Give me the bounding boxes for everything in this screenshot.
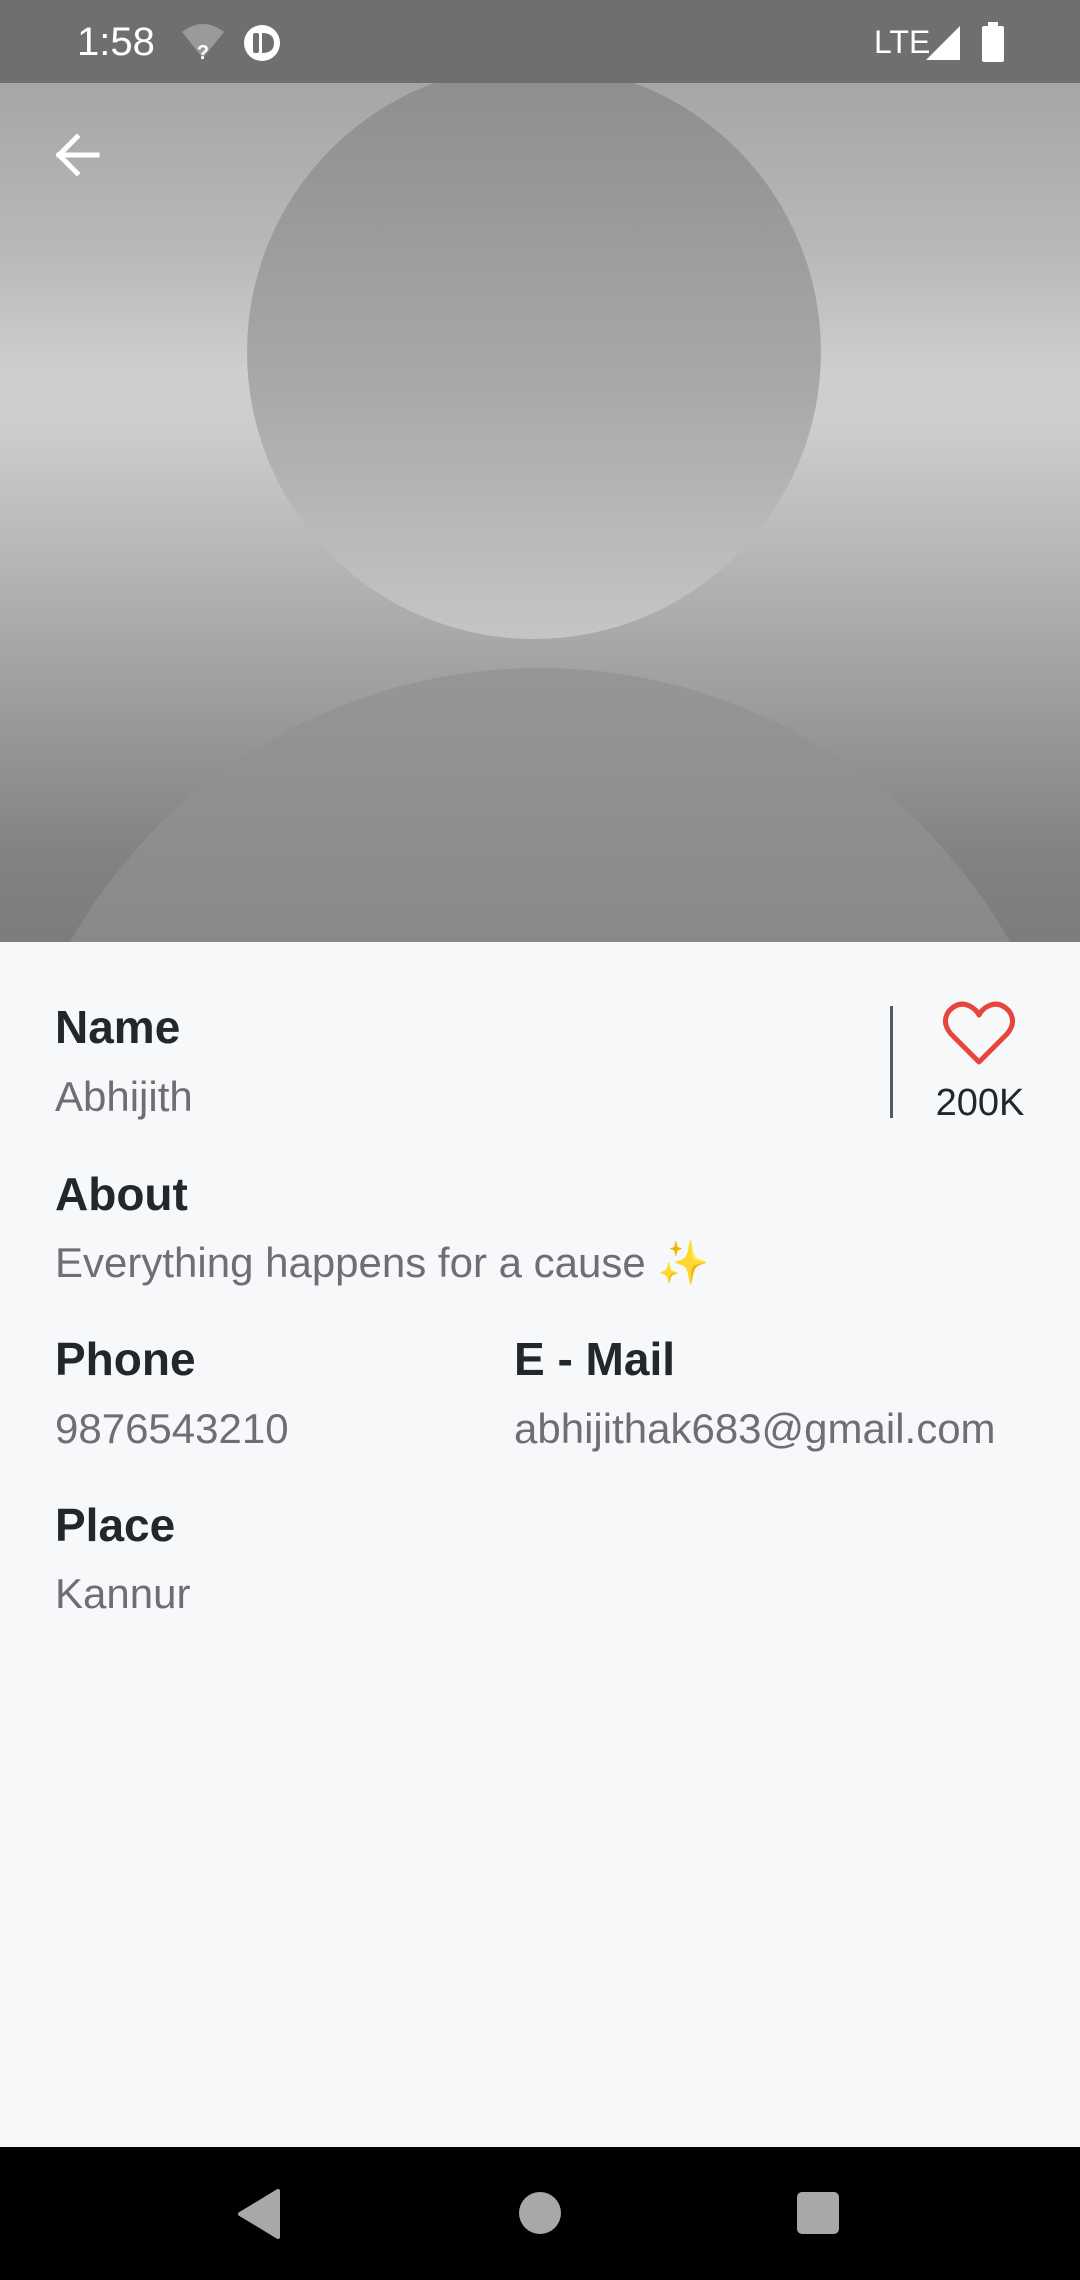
about-label: About [55, 1168, 188, 1220]
name-value: Abhijith [55, 1073, 193, 1120]
svg-text:?: ? [197, 42, 209, 62]
avatar-head-shape [247, 83, 821, 639]
heart-outline-icon[interactable] [942, 1000, 1016, 1066]
email-label: E - Mail [514, 1333, 676, 1385]
place-label: Place [55, 1499, 176, 1551]
navigation-bar [0, 2147, 1080, 2280]
phone-value: 9876543210 [55, 1405, 289, 1452]
name-label: Name [55, 1001, 181, 1053]
nav-recents-icon[interactable] [797, 2192, 839, 2234]
status-time: 1:58 [77, 20, 155, 64]
app-notification-icon [244, 25, 280, 61]
nav-home-icon[interactable] [519, 2192, 561, 2234]
like-count: 200K [935, 1082, 1025, 1124]
avatar-body-shape [0, 668, 1080, 942]
profile-photo [0, 83, 1080, 942]
email-value: abhijithak683@gmail.com [514, 1405, 996, 1452]
status-bar: 1:58 ? LTE [0, 0, 1080, 83]
arrow-back-icon [55, 133, 100, 177]
network-type: LTE [874, 24, 931, 60]
about-value: Everything happens for a cause ✨ [55, 1239, 710, 1286]
phone-label: Phone [55, 1333, 196, 1385]
divider [890, 1006, 893, 1118]
wifi-unknown-icon: ? [182, 24, 224, 62]
signal-icon [926, 26, 960, 60]
place-value: Kannur [55, 1570, 191, 1617]
profile-screen: 1:58 ? LTE Name Abhijith 200K About Ever… [0, 0, 1080, 2280]
back-button[interactable] [40, 118, 114, 192]
nav-back-icon[interactable] [232, 2187, 286, 2241]
battery-icon [982, 22, 1004, 62]
